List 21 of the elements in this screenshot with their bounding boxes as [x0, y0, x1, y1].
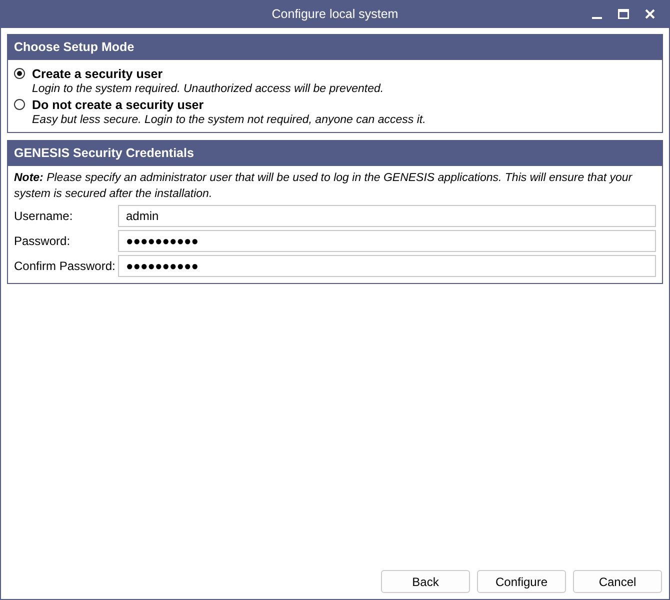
input-field[interactable]: ●●●●●●●●●●: [118, 255, 656, 277]
dialog-button[interactable]: Back: [381, 570, 470, 593]
input-field[interactable]: admin: [118, 205, 656, 227]
field-label: Confirm Password:: [14, 259, 116, 273]
field-label: Password:: [14, 234, 72, 248]
dialog-button[interactable]: Cancel: [573, 570, 662, 593]
section-header: Choose Setup Mode: [8, 35, 662, 60]
option-label[interactable]: Do not create a security user: [32, 98, 656, 112]
section-header: GENESIS Security Credentials: [8, 141, 662, 166]
field-label: Username:: [14, 209, 74, 223]
option-description: Login to the system required. Unauthorized access will be prevented.: [32, 83, 385, 95]
note-text: Note: Please specify an administrator user that will be used to log in the GENESIS applications. This will ensure that your system is secured after the installation.: [14, 171, 634, 202]
dialog-button[interactable]: Configure: [477, 570, 566, 593]
radio-button[interactable]: [14, 68, 25, 79]
close-icon[interactable]: [645, 9, 655, 19]
radio-button[interactable]: [14, 99, 25, 110]
option-label[interactable]: Create a security user: [32, 67, 656, 81]
window-title: Configure local system: [272, 7, 398, 21]
option-description: Easy but less secure. Login to the system not required, anyone can access it.: [32, 114, 427, 126]
input-field[interactable]: ●●●●●●●●●●: [118, 230, 656, 252]
maximize-icon[interactable]: [618, 9, 629, 19]
